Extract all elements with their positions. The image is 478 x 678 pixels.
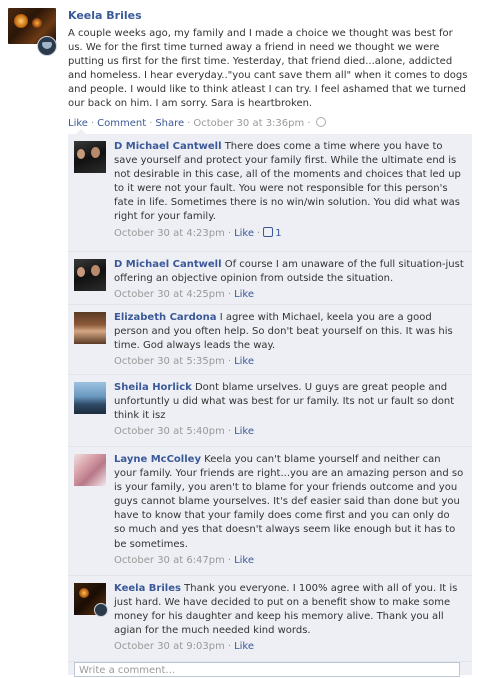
comment-item: D Michael Cantwell There does come a tim… xyxy=(68,134,472,250)
comment-item: D Michael Cantwell Of course I am unawar… xyxy=(68,251,472,304)
comment-timestamp[interactable]: October 30 at 4:25pm xyxy=(114,289,225,300)
separator: · xyxy=(307,118,311,129)
globe-icon[interactable] xyxy=(316,117,327,127)
comment-timestamp[interactable]: October 30 at 5:40pm xyxy=(114,426,225,437)
comment-body: Layne McColley Keela you can't blame you… xyxy=(114,453,464,568)
comment-like-link[interactable]: Like xyxy=(234,641,254,652)
comment-like-link[interactable]: Like xyxy=(234,289,254,300)
comment-body: Keela Briles Thank you everyone. I 100% … xyxy=(114,582,464,654)
thumbs-up-icon xyxy=(263,226,274,237)
comment-meta: October 30 at 5:35pm · Like xyxy=(114,355,464,369)
commenter-name[interactable]: Sheila Horlick xyxy=(114,382,192,393)
comment-meta: October 30 at 4:23pm · Like · 1 xyxy=(114,226,464,241)
commenter-avatar[interactable] xyxy=(74,454,106,486)
post-text: A couple weeks ago, my family and I made… xyxy=(68,28,468,110)
shield-badge-icon xyxy=(94,603,108,617)
comment-like-link[interactable]: Like xyxy=(234,555,254,566)
comment-timestamp[interactable]: October 30 at 4:23pm xyxy=(114,228,225,239)
candle-glow xyxy=(32,18,42,28)
comments-section: D Michael Cantwell There does come a tim… xyxy=(68,129,472,677)
separator: · xyxy=(187,118,191,129)
facebook-post: Keela Briles A couple weeks ago, my fami… xyxy=(0,0,478,677)
commenter-avatar[interactable] xyxy=(74,382,106,414)
comment-like-link[interactable]: Like xyxy=(234,228,254,239)
comment-meta: October 30 at 9:03pm · Like xyxy=(114,640,464,654)
commenter-name[interactable]: Layne McColley xyxy=(114,454,201,465)
commenter-name[interactable]: Elizabeth Cardona xyxy=(114,312,217,323)
comment-timestamp[interactable]: October 30 at 5:35pm xyxy=(114,356,225,367)
comment-item: Elizabeth Cardona I agree with Michael, … xyxy=(68,304,472,374)
comment-body: D Michael Cantwell Of course I am unawar… xyxy=(114,258,464,302)
post-author[interactable]: Keela Briles xyxy=(68,9,142,22)
shield-badge-icon xyxy=(37,36,57,56)
comment-meta: October 30 at 6:47pm · Like xyxy=(114,554,464,568)
separator: · xyxy=(227,641,232,653)
comment-like-link[interactable]: Like xyxy=(234,356,254,367)
commenter-avatar[interactable] xyxy=(74,583,108,617)
commenter-name[interactable]: D Michael Cantwell xyxy=(114,141,222,152)
comment-like-link[interactable]: Like xyxy=(234,426,254,437)
like-link[interactable]: Like xyxy=(68,118,88,129)
separator: · xyxy=(149,118,153,129)
comment-timestamp[interactable]: October 30 at 9:03pm xyxy=(114,641,225,652)
separator: · xyxy=(227,554,232,566)
commenter-name[interactable]: Keela Briles xyxy=(114,583,181,594)
comment-body: Elizabeth Cardona I agree with Michael, … xyxy=(114,311,464,369)
comment-body: Sheila Horlick Dont blame urselves. U gu… xyxy=(114,381,464,439)
share-link[interactable]: Share xyxy=(155,118,184,129)
comment-text: There does come a time where you have to… xyxy=(114,141,461,223)
separator: · xyxy=(227,227,232,239)
comment-text: Keela you can't blame yourself and neith… xyxy=(114,454,464,550)
comment-item: Keela Briles Thank you everyone. I 100% … xyxy=(68,575,472,661)
comment-meta: October 30 at 4:25pm · Like xyxy=(114,288,464,302)
separator: · xyxy=(227,426,232,438)
comment-body: D Michael Cantwell There does come a tim… xyxy=(114,140,464,241)
separator: · xyxy=(257,227,261,239)
comment-timestamp[interactable]: October 30 at 6:47pm xyxy=(114,555,225,566)
candle-glow xyxy=(79,588,89,598)
comment-link[interactable]: Comment xyxy=(97,118,146,129)
comment-item: Sheila Horlick Dont blame urselves. U gu… xyxy=(68,374,472,446)
post-timestamp[interactable]: October 30 at 3:36pm xyxy=(193,118,304,129)
commenter-name[interactable]: D Michael Cantwell xyxy=(114,259,222,270)
like-count-value: 1 xyxy=(275,227,282,239)
like-count[interactable]: 1 xyxy=(263,226,282,239)
comment-meta: October 30 at 5:40pm · Like xyxy=(114,425,464,439)
commenter-avatar[interactable] xyxy=(74,141,106,173)
post-actions: Like · Comment · Share · October 30 at 3:36pm · xyxy=(68,117,327,129)
write-comment-row: Write a comment... xyxy=(68,661,472,677)
commenter-avatar[interactable] xyxy=(74,259,106,291)
separator: · xyxy=(90,118,95,129)
separator: · xyxy=(227,289,232,301)
comment-item: Layne McColley Keela you can't blame you… xyxy=(68,446,472,575)
separator: · xyxy=(227,356,232,368)
candle-glow xyxy=(14,14,28,28)
commenter-avatar[interactable] xyxy=(74,312,106,344)
